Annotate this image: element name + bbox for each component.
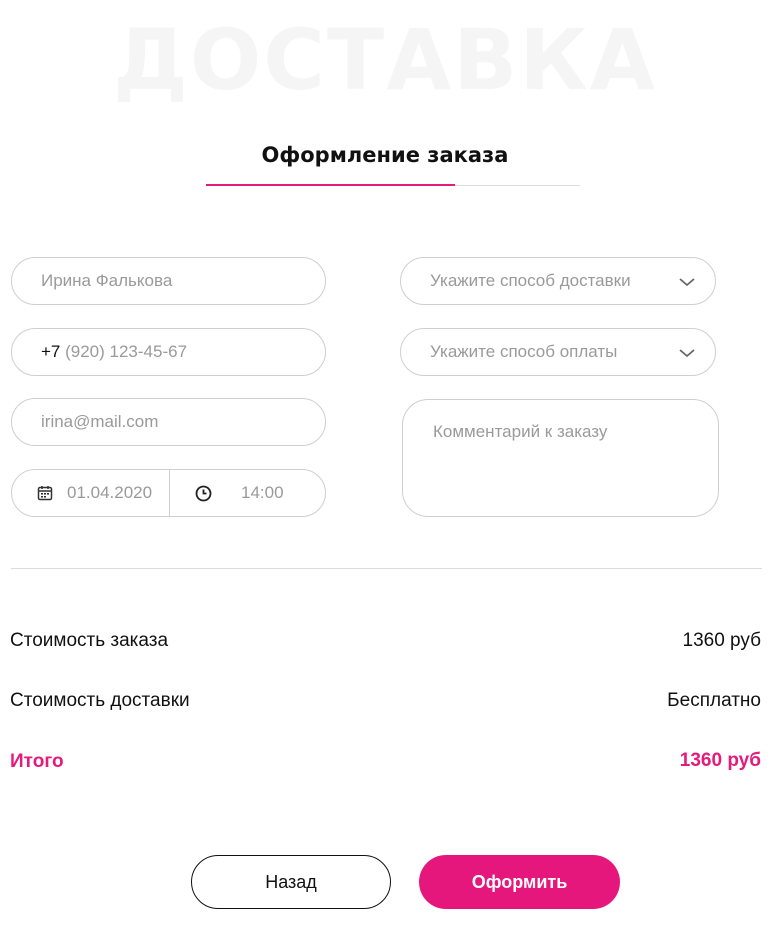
email-field[interactable]: irina@mail.com <box>11 398 326 446</box>
email-placeholder: irina@mail.com <box>41 412 159 431</box>
calendar-icon <box>37 486 53 501</box>
phone-prefix: +7 <box>41 342 61 361</box>
order-cost-label: Стоимость заказа <box>10 630 169 651</box>
comment-textarea[interactable]: Комментарий к заказу <box>402 399 719 517</box>
date-value: 01.04.2020 <box>67 483 153 502</box>
title-underline-accent <box>206 184 455 186</box>
phone-value: +7 (920) 123-45-67 <box>12 342 187 362</box>
section-divider <box>11 568 762 569</box>
name-placeholder: Ирина Фалькова <box>41 271 173 290</box>
payment-method-select[interactable]: Укажите способ оплаты <box>400 328 716 376</box>
page-title: Оформление заказа <box>261 143 509 167</box>
comment-placeholder: Комментарий к заказу <box>433 422 608 441</box>
time-picker[interactable]: 14:00 <box>170 470 325 516</box>
phone-field[interactable]: +7 (920) 123-45-67 <box>11 328 326 376</box>
name-field[interactable]: Ирина Фалькова <box>11 257 326 305</box>
delivery-cost-label: Стоимость доставки <box>10 690 190 711</box>
chevron-down-icon <box>679 278 695 287</box>
submit-order-button[interactable]: Оформить <box>419 855 620 909</box>
page-watermark: ДОСТАВКА <box>113 11 657 109</box>
delivery-method-select[interactable]: Укажите способ доставки <box>400 257 716 305</box>
chevron-down-icon <box>679 349 695 358</box>
delivery-cost-value: Бесплатно <box>667 690 761 711</box>
back-button[interactable]: Назад <box>191 855 391 909</box>
phone-placeholder: (920) 123-45-67 <box>60 342 188 361</box>
datetime-field: 01.04.2020 14:00 <box>11 469 326 517</box>
submit-button-label: Оформить <box>471 871 568 892</box>
back-button-label: Назад <box>265 871 317 892</box>
payment-select-label: Укажите способ оплаты <box>430 342 618 361</box>
date-picker[interactable]: 01.04.2020 <box>12 470 170 516</box>
total-label: Итого <box>10 751 64 772</box>
delivery-select-label: Укажите способ доставки <box>430 271 631 290</box>
clock-icon <box>195 485 212 501</box>
time-value: 14:00 <box>241 483 284 502</box>
total-value: 1360 руб <box>679 750 761 771</box>
order-cost-value: 1360 руб <box>682 630 762 651</box>
